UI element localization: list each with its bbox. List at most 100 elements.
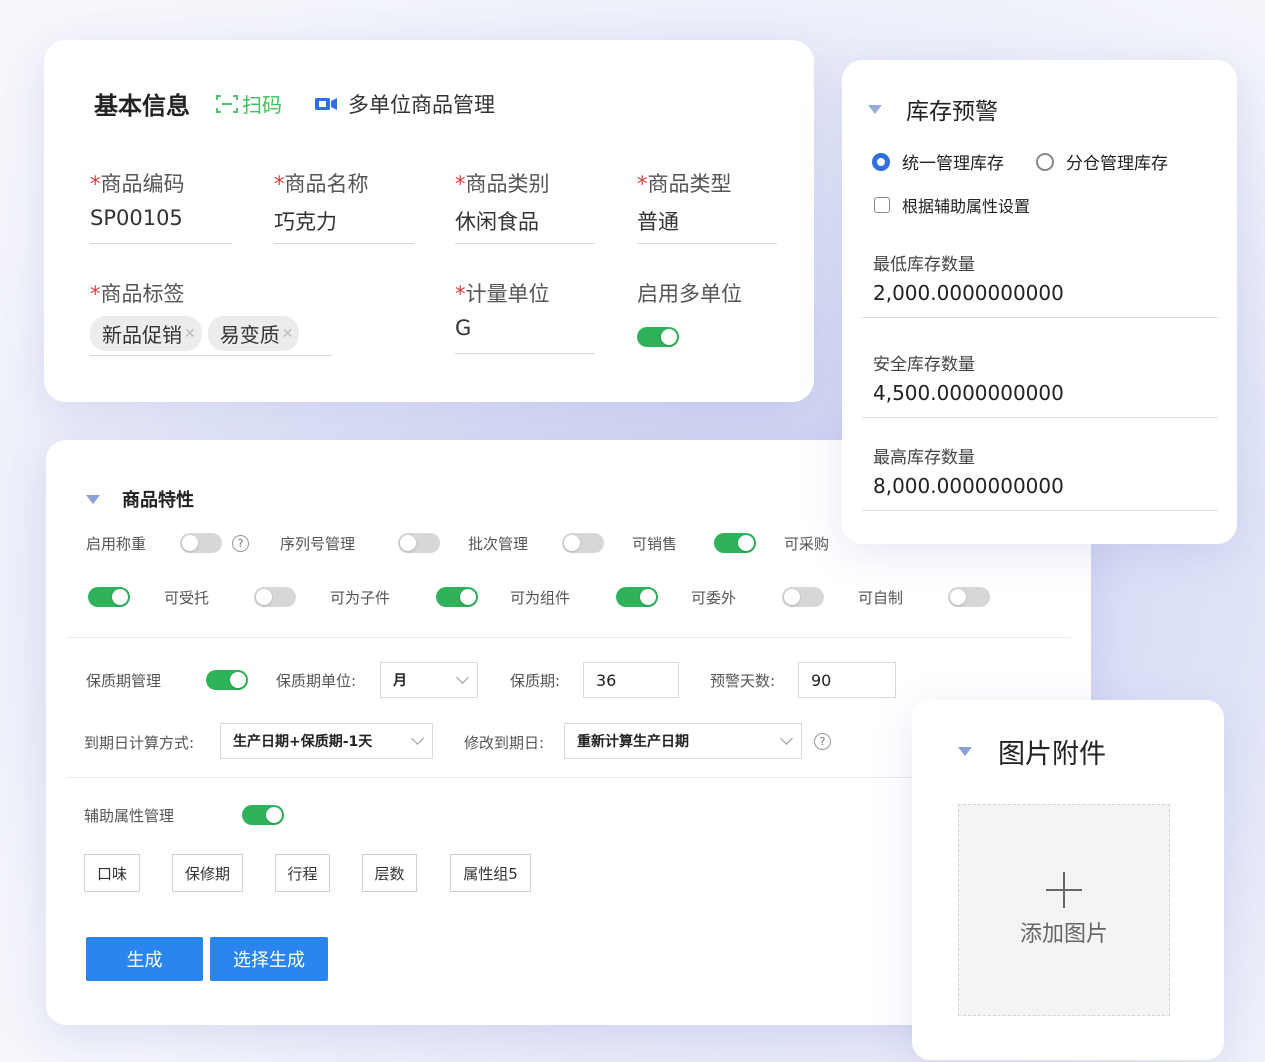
select-generate-button[interactable]: 选择生成 xyxy=(210,937,328,981)
radio-unified[interactable] xyxy=(872,152,890,171)
serial-toggle[interactable] xyxy=(398,533,440,553)
collapse-triangle-icon[interactable] xyxy=(958,747,972,756)
generate-button[interactable]: 生成 xyxy=(86,937,203,981)
tag-chip[interactable]: 新品促销 ✕ xyxy=(90,316,202,351)
shelf-manage-label: 保质期管理 xyxy=(86,671,162,690)
scan-icon xyxy=(216,94,238,113)
radio-split-label: 分仓管理库存 xyxy=(1066,154,1168,174)
subpart-toggle[interactable] xyxy=(436,587,478,607)
warn-days-label: 预警天数: xyxy=(710,671,776,690)
product-type-field[interactable]: *商品类型 普通 xyxy=(637,168,777,244)
shelf-period-input[interactable]: 36 xyxy=(583,662,679,698)
sellable-label: 可销售 xyxy=(632,534,678,553)
collapse-triangle-icon[interactable] xyxy=(868,104,882,114)
component-label: 可为组件 xyxy=(510,588,571,607)
collapse-triangle-icon[interactable] xyxy=(86,494,100,504)
max-stock-value[interactable]: 8,000.0000000000 xyxy=(873,474,1218,498)
purchasable-toggle[interactable] xyxy=(88,587,130,607)
image-attachment-header[interactable]: 图片附件 xyxy=(958,732,1106,771)
help-icon[interactable]: ? xyxy=(232,534,249,552)
max-stock-field[interactable]: 最高库存数量 8,000.0000000000 xyxy=(862,443,1218,511)
shelf-unit-select[interactable]: 月 xyxy=(380,662,478,698)
chevron-down-icon xyxy=(456,671,469,684)
tags-input[interactable]: 新品促销 ✕ 易变质 ✕ xyxy=(90,316,332,356)
multi-unit-enable-label: 启用多单位 xyxy=(637,282,742,306)
required-mark: * xyxy=(90,282,101,306)
scan-label: 扫码 xyxy=(242,93,282,117)
min-stock-value[interactable]: 2,000.0000000000 xyxy=(873,281,1218,305)
batch-toggle[interactable] xyxy=(562,533,604,553)
stock-warning-title: 库存预警 xyxy=(906,99,998,125)
safe-stock-value[interactable]: 4,500.0000000000 xyxy=(873,381,1218,405)
product-code-label: 商品编码 xyxy=(100,172,185,196)
outsource-toggle[interactable] xyxy=(782,587,824,607)
chevron-down-icon xyxy=(780,732,793,745)
unit-field[interactable]: *计量单位 G xyxy=(455,278,595,354)
consign-label: 可受托 xyxy=(164,588,210,607)
tag-remove-icon[interactable]: ✕ xyxy=(184,326,196,342)
required-mark: * xyxy=(274,172,285,196)
features-title: 商品特性 xyxy=(122,490,194,511)
product-type-input[interactable]: 普通 xyxy=(637,206,777,244)
scan-button[interactable]: 扫码 xyxy=(216,89,282,118)
stock-warning-header[interactable]: 库存预警 xyxy=(868,92,998,126)
product-tags-field[interactable]: *商品标签 新品促销 ✕ 易变质 ✕ xyxy=(90,278,350,356)
basic-info-card: 基本信息 扫码 多单位商品管理 *商品编码 SP00105 *商品名称 巧克力 … xyxy=(44,40,814,402)
expiry-calc-select[interactable]: 生产日期+保质期-1天 xyxy=(220,723,433,759)
attr-button-layers[interactable]: 层数 xyxy=(362,854,417,892)
min-stock-label: 最低库存数量 xyxy=(873,255,975,275)
aux-setting-checkbox[interactable] xyxy=(874,197,890,213)
sellable-toggle[interactable] xyxy=(714,533,756,553)
selfmade-label: 可自制 xyxy=(858,588,904,607)
help-icon[interactable]: ? xyxy=(814,733,831,750)
plus-icon xyxy=(1046,872,1082,908)
radio-split[interactable] xyxy=(1036,152,1054,171)
shelf-period-label: 保质期: xyxy=(510,671,561,690)
features-header[interactable]: 商品特性 xyxy=(86,486,194,512)
purchasable-label: 可采购 xyxy=(784,534,830,553)
product-category-input[interactable]: 休闲食品 xyxy=(455,206,595,244)
product-name-input[interactable]: 巧克力 xyxy=(274,206,414,244)
shelf-unit-label: 保质期单位: xyxy=(276,671,357,690)
product-name-field[interactable]: *商品名称 巧克力 xyxy=(274,168,414,244)
add-image-dropzone[interactable]: 添加图片 xyxy=(958,804,1170,1016)
required-mark: * xyxy=(90,172,101,196)
attr-button-taste[interactable]: 口味 xyxy=(84,854,140,892)
multi-unit-toggle[interactable] xyxy=(637,326,679,347)
min-stock-field[interactable]: 最低库存数量 2,000.0000000000 xyxy=(862,250,1218,318)
video-icon xyxy=(315,97,337,110)
warn-days-input[interactable]: 90 xyxy=(798,662,896,698)
product-code-field[interactable]: *商品编码 SP00105 xyxy=(90,168,232,244)
aux-attr-toggle[interactable] xyxy=(242,805,284,825)
chevron-down-icon xyxy=(411,732,424,745)
unit-input[interactable]: G xyxy=(455,316,595,354)
image-attachment-title: 图片附件 xyxy=(998,739,1106,770)
selfmade-toggle[interactable] xyxy=(948,587,990,607)
shelf-manage-toggle[interactable] xyxy=(206,670,248,690)
weighing-toggle[interactable] xyxy=(180,533,222,553)
stock-warning-card: 库存预警 统一管理库存 分仓管理库存 根据辅助属性设置 最低库存数量 2,000… xyxy=(842,60,1237,544)
safe-stock-field[interactable]: 安全库存数量 4,500.0000000000 xyxy=(862,350,1218,418)
add-image-label: 添加图片 xyxy=(1019,922,1108,947)
component-toggle[interactable] xyxy=(616,587,658,607)
weighing-label: 启用称重 xyxy=(86,534,147,553)
tag-chip[interactable]: 易变质 ✕ xyxy=(207,316,300,351)
safe-stock-label: 安全库存数量 xyxy=(873,355,975,375)
expiry-modify-select[interactable]: 重新计算生产日期 xyxy=(564,723,802,759)
attr-button-group5[interactable]: 属性组5 xyxy=(450,854,531,892)
attr-button-warranty[interactable]: 保修期 xyxy=(172,854,243,892)
product-tags-label: 商品标签 xyxy=(100,282,185,306)
product-name-label: 商品名称 xyxy=(284,172,369,196)
aux-setting-checkbox-row: 根据辅助属性设置 xyxy=(874,193,1030,217)
multi-unit-button[interactable]: 多单位商品管理 xyxy=(314,89,495,119)
image-attachment-card: 图片附件 添加图片 xyxy=(912,700,1224,1060)
attr-button-trip[interactable]: 行程 xyxy=(275,854,330,892)
max-stock-label: 最高库存数量 xyxy=(873,448,975,468)
consign-toggle[interactable] xyxy=(254,587,296,607)
tag-remove-icon[interactable]: ✕ xyxy=(282,326,294,342)
unit-label: 计量单位 xyxy=(465,282,550,306)
multi-unit-enable-field: 启用多单位 xyxy=(637,278,777,347)
multi-unit-label: 多单位商品管理 xyxy=(348,92,495,117)
product-category-field[interactable]: *商品类别 休闲食品 xyxy=(455,168,595,244)
product-code-input[interactable]: SP00105 xyxy=(90,206,232,244)
